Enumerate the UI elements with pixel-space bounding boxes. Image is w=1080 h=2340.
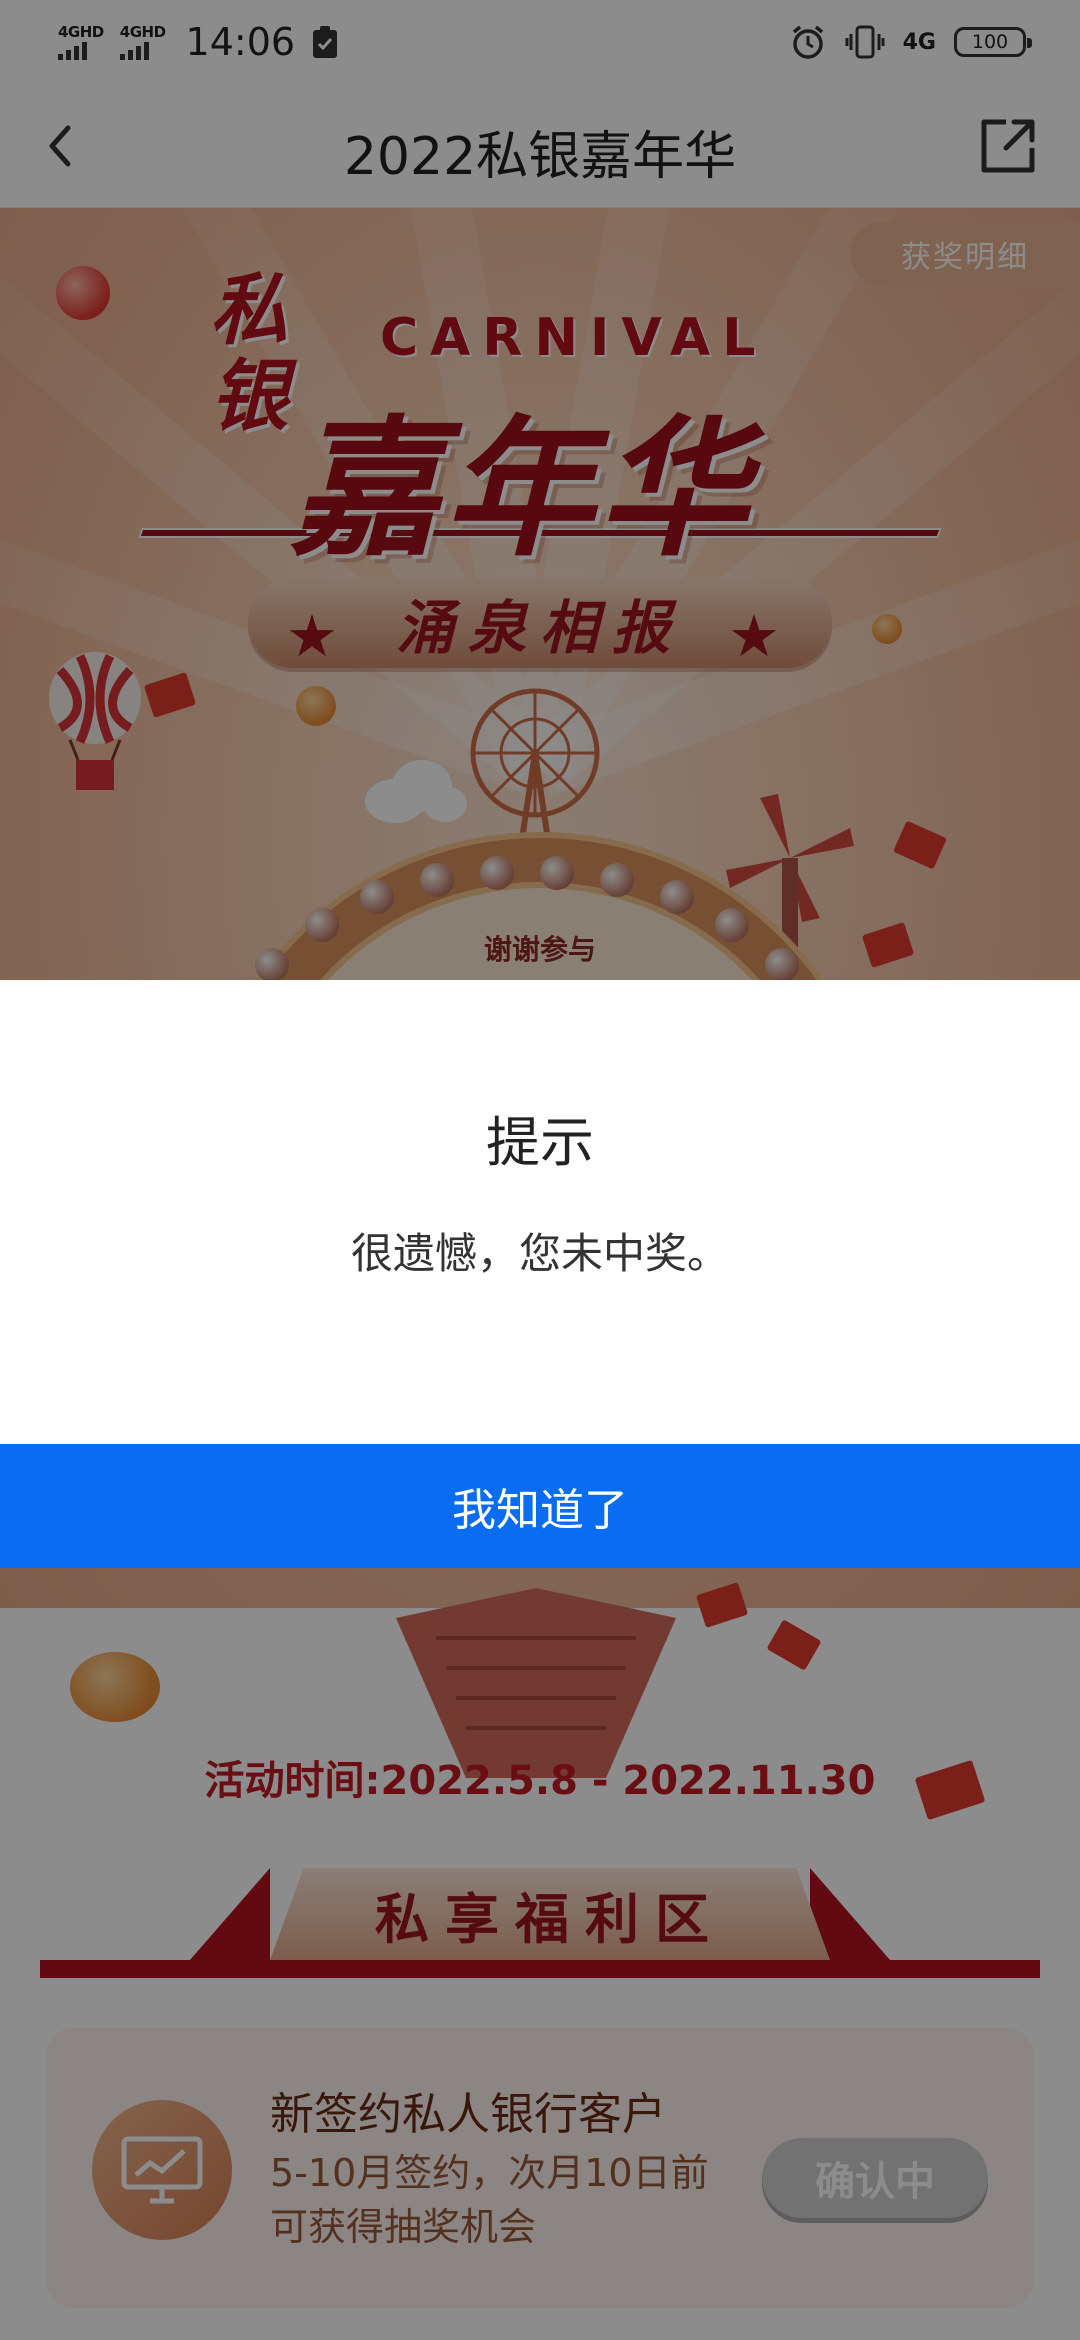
dialog-message: 很遗憾，您未中奖。 [350, 1229, 729, 1278]
result-dialog: 提示 很遗憾，您未中奖。 我知道了 [0, 980, 1080, 1568]
dialog-title: 提示 [486, 1111, 594, 1174]
got-it-button[interactable]: 我知道了 [0, 1444, 1080, 1568]
